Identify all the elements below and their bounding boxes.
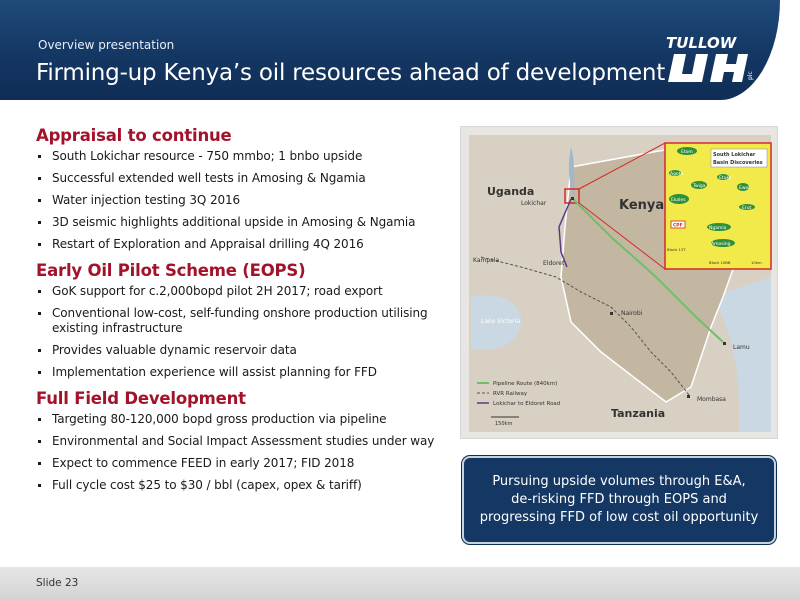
- tullow-logo-icon: TULLOW plc: [660, 32, 760, 90]
- list-item: Conventional low-cost, self-funding onsh…: [36, 306, 456, 336]
- kenya-map: Uganda Kenya Tanzania Lake Victoria Loki…: [460, 126, 778, 439]
- callout-line: Pursuing upside volumes through E&A,: [492, 474, 746, 489]
- section-title: Appraisal to continue: [36, 126, 232, 145]
- callout-box: Pursuing upside volumes through E&A, de-…: [462, 456, 776, 544]
- inset-title-2: Basin Discoveries: [713, 160, 763, 166]
- list-item: Restart of Exploration and Appraisal dri…: [36, 237, 456, 252]
- section-full-field: Full Field Development Targeting 80-120,…: [36, 389, 456, 493]
- field-label: Erut: [742, 205, 752, 211]
- bullet-list: Targeting 80-120,000 bopd gross producti…: [36, 412, 456, 493]
- field-label: Agete: [670, 171, 683, 177]
- list-item: South Lokichar resource - 750 mmbo; 1 bn…: [36, 149, 456, 164]
- block-13t-label: Block 13T: [667, 247, 686, 252]
- field-label: Ekales: [671, 197, 686, 203]
- label-lamu: Lamu: [733, 344, 750, 351]
- list-item: Provides valuable dynamic reservoir data: [36, 343, 456, 358]
- field-label: Amosing: [711, 241, 731, 247]
- bullet-list: South Lokichar resource - 750 mmbo; 1 bn…: [36, 149, 456, 252]
- field-label: Etuko: [719, 175, 732, 181]
- section-eops: Early Oil Pilot Scheme (EOPS) GoK suppor…: [36, 261, 456, 380]
- list-item: 3D seismic highlights additional upside …: [36, 215, 456, 230]
- cpf-label: CPF: [673, 223, 683, 229]
- slide-number: Slide 23: [36, 577, 79, 589]
- label-kenya: Kenya: [619, 198, 664, 213]
- callout-line: progressing FFD of low cost oil opportun…: [479, 510, 759, 525]
- list-item: GoK support for c.2,000bopd pilot 2H 201…: [36, 284, 456, 299]
- label-lake: Lake Victoria: [481, 318, 520, 325]
- map-scale: 150km: [495, 421, 512, 427]
- content-left-column: Appraisal to continue South Lokichar res…: [36, 126, 456, 502]
- label-kampala: Kampala: [473, 257, 500, 264]
- label-mombasa: Mombasa: [697, 396, 726, 403]
- label-nairobi: Nairobi: [621, 310, 643, 317]
- block-10bb-label: Block 10BB: [709, 260, 731, 265]
- inset-title-1: South Lokichar: [713, 152, 756, 158]
- logo-brand-text: TULLOW: [666, 34, 738, 52]
- field-label: Ewoi: [739, 185, 750, 191]
- header-overline: Overview presentation: [38, 38, 175, 52]
- list-item: Successful extended well tests in Amosin…: [36, 171, 456, 186]
- page-title: Firming-up Kenya’s oil resources ahead o…: [36, 60, 666, 86]
- list-item: Full cycle cost $25 to $30 / bbl (capex,…: [36, 478, 456, 493]
- field-label: Etom: [681, 149, 693, 155]
- list-item: Expect to commence FEED in early 2017; F…: [36, 456, 456, 471]
- field-label: Ngamia: [709, 225, 727, 231]
- legend-road: Lokichar to Eldoret Road: [493, 401, 560, 407]
- label-tanzania: Tanzania: [611, 407, 665, 420]
- legend-railway: RVR Railway: [493, 391, 528, 397]
- inset-scale: 10km: [751, 260, 762, 265]
- callout-line: de-risking FFD through EOPS and: [511, 492, 727, 507]
- section-title: Early Oil Pilot Scheme (EOPS): [36, 261, 306, 280]
- list-item: Implementation experience will assist pl…: [36, 365, 456, 380]
- list-item: Water injection testing 3Q 2016: [36, 193, 456, 208]
- list-item: Targeting 80-120,000 bopd gross producti…: [36, 412, 456, 427]
- label-uganda: Uganda: [487, 185, 534, 198]
- section-appraisal: Appraisal to continue South Lokichar res…: [36, 126, 456, 252]
- footer-bar: Slide 23: [0, 567, 800, 600]
- label-eldoret: Eldoret: [543, 260, 565, 267]
- legend-pipeline: Pipeline Route (840km): [493, 381, 557, 387]
- logo-suffix-text: plc: [747, 71, 754, 80]
- field-label: Twiga: [692, 183, 706, 189]
- bullet-list: GoK support for c.2,000bopd pilot 2H 201…: [36, 284, 456, 380]
- section-title: Full Field Development: [36, 389, 246, 408]
- list-item: Environmental and Social Impact Assessme…: [36, 434, 456, 449]
- label-lokichar: Lokichar: [521, 200, 547, 207]
